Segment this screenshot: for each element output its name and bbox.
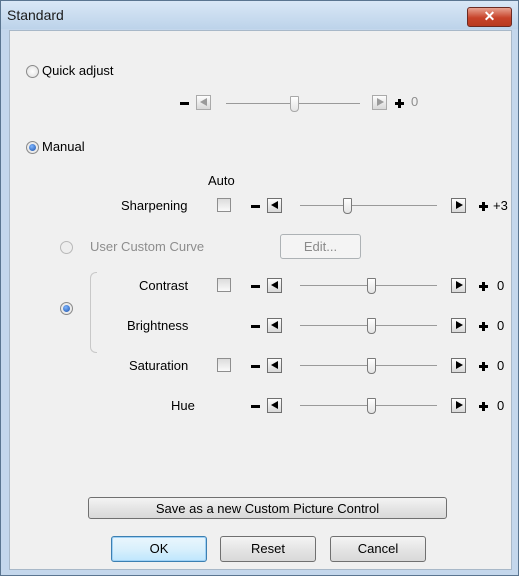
hue-plus-icon <box>479 402 488 411</box>
save-custom-picture-control-button[interactable]: Save as a new Custom Picture Control <box>88 497 447 519</box>
saturation-increase-button[interactable] <box>451 358 466 373</box>
brightness-value: 0 <box>497 318 505 333</box>
adjustment-group-bracket <box>90 272 97 353</box>
contrast-plus-icon <box>479 282 488 291</box>
sharpening-slider-track[interactable] <box>300 205 437 206</box>
close-button[interactable]: ✕ <box>467 7 512 27</box>
ok-button[interactable]: OK <box>111 536 207 562</box>
brightness-slider-thumb[interactable] <box>367 318 376 334</box>
brightness-decrease-button[interactable] <box>267 318 282 333</box>
right-arrow-icon <box>456 281 463 289</box>
brightness-increase-button[interactable] <box>451 318 466 333</box>
right-arrow-icon <box>456 201 463 209</box>
right-arrow-icon <box>456 361 463 369</box>
auto-column-header: Auto <box>208 173 235 188</box>
contrast-slider-thumb[interactable] <box>367 278 376 294</box>
saturation-plus-icon <box>479 362 488 371</box>
contrast-decrease-button[interactable] <box>267 278 282 293</box>
quick-adjust-radio[interactable] <box>26 65 39 78</box>
sharpening-plus-icon <box>479 202 488 211</box>
sharpening-auto-checkbox[interactable] <box>217 198 231 212</box>
quick-adjust-slider-thumb[interactable] <box>290 96 299 112</box>
brightness-minus-icon <box>251 325 260 328</box>
quick-adjust-increase-button[interactable] <box>372 95 387 110</box>
manual-adjust-radio[interactable] <box>60 302 73 315</box>
left-arrow-icon <box>271 201 278 209</box>
quick-adjust-label: Quick adjust <box>42 63 114 78</box>
contrast-minus-icon <box>251 285 260 288</box>
edit-curve-button[interactable]: Edit... <box>280 234 361 259</box>
left-arrow-icon <box>271 321 278 329</box>
contrast-auto-checkbox[interactable] <box>217 278 231 292</box>
saturation-value: 0 <box>497 358 505 373</box>
sharpening-minus-icon <box>251 205 260 208</box>
saturation-minus-icon <box>251 365 260 368</box>
saturation-slider-thumb[interactable] <box>367 358 376 374</box>
dialog-window: Standard ✕ Quick adjust 0 Manual Auto Sh… <box>0 0 519 576</box>
dialog-body: Quick adjust 0 Manual Auto Sharpening +3… <box>9 30 512 570</box>
hue-increase-button[interactable] <box>451 398 466 413</box>
quick-adjust-decrease-button[interactable] <box>196 95 211 110</box>
saturation-label: Saturation <box>129 358 189 373</box>
close-icon: ✕ <box>483 8 496 24</box>
left-arrow-icon <box>271 281 278 289</box>
right-arrow-icon <box>456 401 463 409</box>
brightness-plus-icon <box>479 322 488 331</box>
hue-slider-thumb[interactable] <box>367 398 376 414</box>
cancel-button[interactable]: Cancel <box>330 536 426 562</box>
hue-decrease-button[interactable] <box>267 398 282 413</box>
quick-adjust-minus-icon <box>180 102 189 105</box>
user-custom-curve-label: User Custom Curve <box>90 239 205 254</box>
window-title: Standard <box>7 7 64 23</box>
hue-minus-icon <box>251 405 260 408</box>
saturation-decrease-button[interactable] <box>267 358 282 373</box>
sharpening-decrease-button[interactable] <box>267 198 282 213</box>
left-arrow-icon <box>271 361 278 369</box>
sharpening-increase-button[interactable] <box>451 198 466 213</box>
brightness-label: Brightness <box>127 318 189 333</box>
title-bar[interactable]: Standard ✕ <box>1 1 518 29</box>
left-arrow-icon <box>200 98 207 106</box>
contrast-increase-button[interactable] <box>451 278 466 293</box>
sharpening-value: +3 <box>493 198 508 213</box>
hue-value: 0 <box>497 398 505 413</box>
quick-adjust-value: 0 <box>411 94 419 109</box>
quick-adjust-plus-icon <box>395 99 404 108</box>
saturation-auto-checkbox[interactable] <box>217 358 231 372</box>
user-custom-curve-radio[interactable] <box>60 241 73 254</box>
contrast-value: 0 <box>497 278 505 293</box>
hue-label: Hue <box>171 398 195 413</box>
sharpening-slider-thumb[interactable] <box>343 198 352 214</box>
manual-radio[interactable] <box>26 141 39 154</box>
reset-button[interactable]: Reset <box>220 536 316 562</box>
right-arrow-icon <box>377 98 384 106</box>
manual-label: Manual <box>42 139 85 154</box>
sharpening-label: Sharpening <box>121 198 188 213</box>
right-arrow-icon <box>456 321 463 329</box>
contrast-label: Contrast <box>139 278 189 293</box>
left-arrow-icon <box>271 401 278 409</box>
